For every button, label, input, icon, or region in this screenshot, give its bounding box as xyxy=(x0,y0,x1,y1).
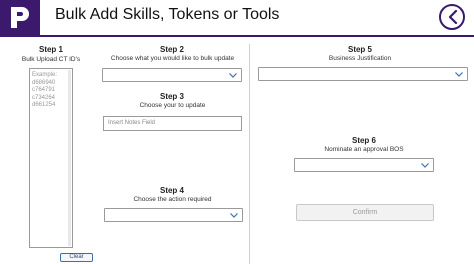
step6-title: Step 6 xyxy=(351,136,376,145)
chevron-down-icon xyxy=(230,213,238,218)
business-justification-dropdown[interactable] xyxy=(258,67,468,81)
p-logo-icon xyxy=(0,0,40,35)
chevron-down-icon xyxy=(229,73,237,78)
notes-field-input[interactable]: Insert Notes Field xyxy=(103,116,242,131)
textarea-placeholder-line: c734264 xyxy=(32,94,56,101)
step3-title: Step 3 xyxy=(159,92,184,101)
step1-subtitle: Bulk Upload CT ID's xyxy=(21,56,81,63)
step6-subtitle: Nominate an approval BOS xyxy=(324,146,404,153)
column-divider xyxy=(249,44,250,264)
confirm-button[interactable]: Confirm xyxy=(296,204,434,221)
textarea-placeholder-line: d661254 xyxy=(32,102,56,108)
step5-subtitle: Business Justification xyxy=(328,55,392,62)
page-title: Bulk Add Skills, Tokens or Tools xyxy=(55,6,280,23)
step2-title: Step 2 xyxy=(159,45,184,54)
action-dropdown[interactable] xyxy=(104,208,243,222)
bulk-update-type-dropdown[interactable] xyxy=(102,68,242,82)
step3-subtitle: Choose your to update xyxy=(139,102,206,109)
step1-title: Step 1 xyxy=(38,45,63,54)
textarea-placeholder-line: c764791 xyxy=(32,87,56,93)
chevron-down-icon xyxy=(421,163,429,168)
chevron-left-icon xyxy=(448,10,458,24)
textarea-placeholder-line: Example: xyxy=(32,72,58,78)
header-rule xyxy=(0,35,474,37)
clear-button[interactable]: Clear xyxy=(60,253,93,262)
approval-bos-dropdown[interactable] xyxy=(294,158,434,172)
step4-title: Step 4 xyxy=(159,186,184,195)
ct-ids-textarea[interactable]: Example: d686940 c764791 c734264 d661254 xyxy=(29,68,73,248)
chevron-down-icon xyxy=(455,72,463,77)
textarea-scrollbar[interactable] xyxy=(68,70,71,246)
step2-subtitle: Choose what you would like to bulk updat… xyxy=(110,55,235,62)
app-header: Bulk Add Skills, Tokens or Tools xyxy=(0,0,474,35)
textarea-placeholder-line: d686940 xyxy=(32,79,56,86)
step4-subtitle: Choose the action required xyxy=(133,196,212,203)
step5-title: Step 5 xyxy=(347,45,372,54)
back-button[interactable] xyxy=(439,4,465,30)
